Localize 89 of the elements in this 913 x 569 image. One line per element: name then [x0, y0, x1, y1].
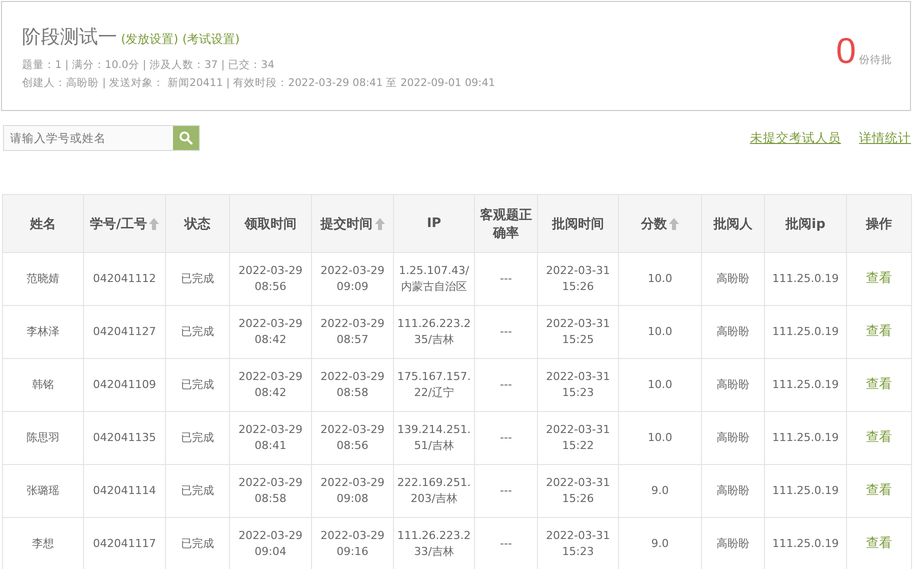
table-cell: 111.25.0.19 — [764, 252, 846, 306]
view-link[interactable]: 查看 — [866, 271, 892, 286]
table-cell: 111.25.0.19 — [764, 412, 846, 464]
table-cell: 陈思羽 — [2, 412, 84, 464]
column-header: 批阅时间 — [538, 194, 618, 252]
search-field[interactable]: 请输入学号或姓名 — [3, 125, 200, 151]
table-cell: 2022-03-29 08:56 — [312, 412, 394, 464]
view-link[interactable]: 查看 — [866, 324, 892, 339]
table-cell: 2022-03-31 15:26 — [538, 464, 618, 518]
table-cell: 10.0 — [618, 306, 702, 358]
search-button[interactable] — [173, 126, 199, 150]
action-link[interactable]: 未提交考试人员 — [750, 130, 841, 146]
table-cell: 高盼盼 — [702, 358, 764, 412]
sort-arrow-icon[interactable] — [669, 218, 679, 230]
pending-label: 份待批 — [859, 53, 892, 67]
column-header: IP — [394, 194, 474, 252]
table-cell: --- — [474, 412, 538, 464]
table-cell: 已完成 — [166, 412, 230, 464]
column-header: 批阅人 — [702, 194, 764, 252]
table-cell: 2022-03-29 08:42 — [230, 358, 312, 412]
table-cell: --- — [474, 306, 538, 358]
table-cell: 2022-03-29 08:42 — [230, 306, 312, 358]
column-header: 批阅ip — [764, 194, 846, 252]
table-cell: 10.0 — [618, 358, 702, 412]
table-cell: 111.25.0.19 — [764, 464, 846, 518]
table-cell: 李想 — [2, 518, 84, 569]
settings-link[interactable]: (考试设置) — [182, 31, 240, 48]
column-header: 客观题正确率 — [474, 194, 538, 252]
table-cell: 10.0 — [618, 412, 702, 464]
table-cell: 已完成 — [166, 306, 230, 358]
table-cell: 10.0 — [618, 252, 702, 306]
table-cell: 已完成 — [166, 252, 230, 306]
table-cell: 2022-03-29 08:58 — [312, 358, 394, 412]
table-cell: 张璐瑶 — [2, 464, 84, 518]
table-cell: 2022-03-31 15:22 — [538, 412, 618, 464]
table-cell: 9.0 — [618, 464, 702, 518]
table-cell: 已完成 — [166, 464, 230, 518]
table-cell: 高盼盼 — [702, 252, 764, 306]
table-cell: --- — [474, 252, 538, 306]
table-cell: 2022-03-31 15:26 — [538, 252, 618, 306]
table-cell: 2022-03-29 09:09 — [312, 252, 394, 306]
table-cell: 已完成 — [166, 358, 230, 412]
action-link[interactable]: 详情统计 — [859, 130, 911, 146]
exam-title: 阶段测试一 — [22, 25, 117, 50]
table-cell: 高盼盼 — [702, 464, 764, 518]
pending-count: 0 — [836, 30, 856, 72]
table-cell: 2022-03-29 08:56 — [230, 252, 312, 306]
column-header: 操作 — [846, 194, 912, 252]
table-cell: 222.169.251.203/吉林 — [394, 464, 474, 518]
exam-info: 创建人：高盼盼 | 发送对象： 新闻20411 | 有效时段：2022-03-29 08:41 至 2022-09-01 09:41 — [22, 76, 496, 90]
column-header[interactable]: 学号/工号 — [84, 194, 166, 252]
table-cell: --- — [474, 358, 538, 412]
table-cell: 111.26.223.235/吉林 — [394, 306, 474, 358]
column-header: 领取时间 — [230, 194, 312, 252]
column-header[interactable]: 分数 — [618, 194, 702, 252]
table-cell: 042041135 — [84, 412, 166, 464]
table-cell: --- — [474, 464, 538, 518]
exam-stats: 题量：1 | 满分：10.0分 | 涉及人数：37 | 已交：34 — [22, 58, 276, 72]
sort-arrow-icon[interactable] — [374, 218, 384, 230]
table-cell: 李林泽 — [2, 306, 84, 358]
table-cell: 042041114 — [84, 464, 166, 518]
table-cell: 1.25.107.43/内蒙古自治区 — [394, 252, 474, 306]
table-cell: 175.167.157.22/辽宁 — [394, 358, 474, 412]
table-cell: 042041127 — [84, 306, 166, 358]
column-header[interactable]: 提交时间 — [312, 194, 394, 252]
search-icon — [179, 131, 193, 145]
table-cell: 042041112 — [84, 252, 166, 306]
table-cell: 高盼盼 — [702, 412, 764, 464]
view-link[interactable]: 查看 — [866, 483, 892, 498]
table-cell: 2022-03-31 15:25 — [538, 306, 618, 358]
table-cell: 111.25.0.19 — [764, 306, 846, 358]
table-cell: 2022-03-29 09:08 — [312, 464, 394, 518]
column-header: 状态 — [166, 194, 230, 252]
view-link[interactable]: 查看 — [866, 430, 892, 445]
table-cell: 韩铭 — [2, 358, 84, 412]
table-cell: 139.214.251.51/吉林 — [394, 412, 474, 464]
view-link[interactable]: 查看 — [866, 377, 892, 392]
sort-arrow-icon[interactable] — [148, 218, 159, 230]
table-cell: 2022-03-29 08:57 — [312, 306, 394, 358]
table-cell: 高盼盼 — [702, 306, 764, 358]
table-cell: 042041109 — [84, 358, 166, 412]
column-header: 姓名 — [2, 194, 84, 252]
view-link[interactable]: 查看 — [866, 536, 892, 551]
settings-link[interactable]: (发放设置) — [121, 31, 178, 48]
table-cell: 2022-03-29 08:41 — [230, 412, 312, 464]
table-cell: 2022-03-31 15:23 — [538, 358, 618, 412]
table-cell: 范晓婧 — [2, 252, 84, 306]
table-cell: 2022-03-29 08:58 — [230, 464, 312, 518]
table-cell: 111.25.0.19 — [764, 358, 846, 412]
